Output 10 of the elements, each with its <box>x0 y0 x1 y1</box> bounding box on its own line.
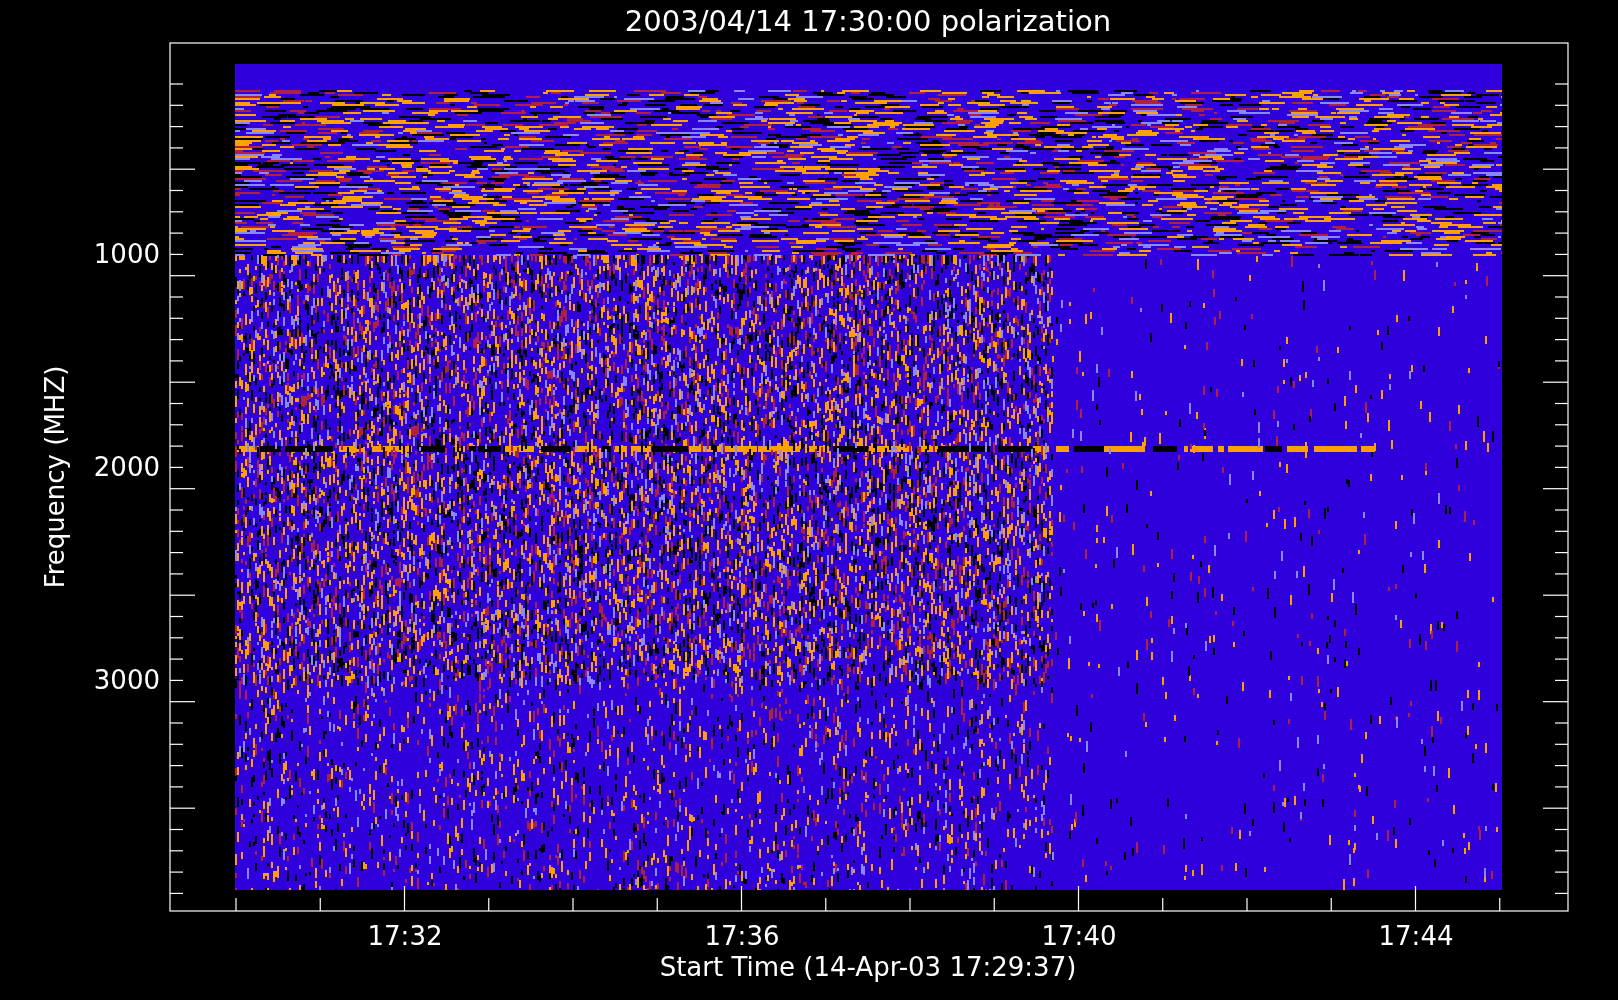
axis-label: Frequency (MHZ) <box>40 365 70 589</box>
axis-tick-label: 17:40 <box>1041 921 1117 951</box>
axis-tick-label: 17:32 <box>367 921 443 951</box>
axis-tick-label: 17:44 <box>1378 921 1454 951</box>
axis-tick-label: 17:36 <box>704 921 780 951</box>
axis-label: Start Time (14-Apr-03 17:29:37) <box>659 952 1077 982</box>
plot-title: 2003/04/14 17:30:00 polarization <box>624 4 1112 38</box>
axis-tick-label: 3000 <box>93 665 160 695</box>
axis-tick-label: 2000 <box>93 452 160 482</box>
axis-tick-label: 1000 <box>93 239 160 269</box>
